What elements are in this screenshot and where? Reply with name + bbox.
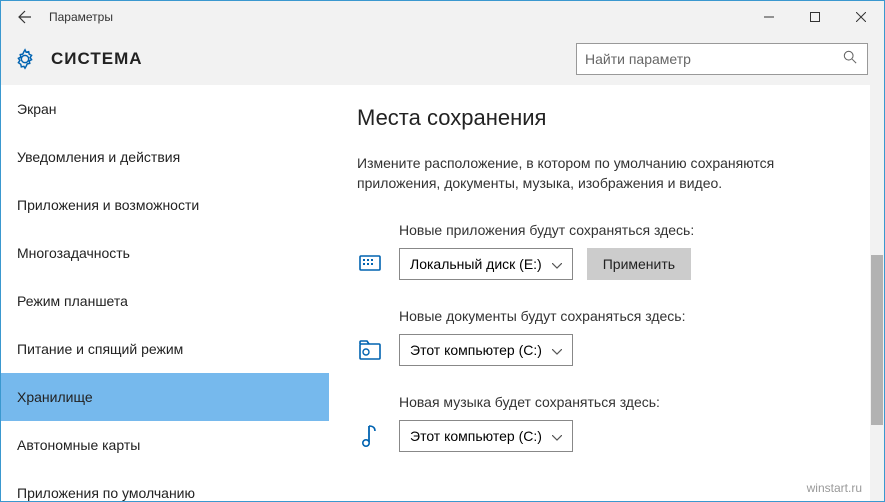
- apply-button[interactable]: Применить: [587, 248, 691, 280]
- documents-location-dropdown[interactable]: Этот компьютер (C:): [399, 334, 573, 366]
- search-input[interactable]: Найти параметр: [576, 43, 868, 75]
- titlebar: Параметры: [1, 1, 884, 33]
- sidebar: Экран Уведомления и действия Приложения …: [1, 85, 329, 501]
- watermark: winstart.ru: [807, 481, 862, 495]
- main-panel: Места сохранения Измените расположение, …: [329, 85, 884, 501]
- apps-location-dropdown[interactable]: Локальный диск (E:): [399, 248, 573, 280]
- music-icon: [357, 423, 383, 449]
- document-icon: [357, 337, 383, 363]
- sidebar-item-display[interactable]: Экран: [1, 85, 329, 133]
- setting-music: Новая музыка будет сохраняться здесь: Эт…: [357, 394, 884, 452]
- section-title: СИСТЕМА: [51, 49, 143, 69]
- setting-label: Новые приложения будут сохраняться здесь…: [399, 222, 884, 238]
- setting-documents: Новые документы будут сохраняться здесь:…: [357, 308, 884, 366]
- app-icon: [357, 251, 383, 277]
- search-placeholder: Найти параметр: [585, 51, 843, 67]
- setting-apps: Новые приложения будут сохраняться здесь…: [357, 222, 884, 280]
- page-description: Измените расположение, в котором по умол…: [357, 153, 797, 194]
- header: СИСТЕМА Найти параметр: [1, 33, 884, 85]
- sidebar-item-tablet[interactable]: Режим планшета: [1, 277, 329, 325]
- music-location-dropdown[interactable]: Этот компьютер (C:): [399, 420, 573, 452]
- page-title: Места сохранения: [357, 105, 884, 131]
- window-title: Параметры: [49, 10, 113, 24]
- setting-label: Новая музыка будет сохраняться здесь:: [399, 394, 884, 410]
- chevron-down-icon: [542, 342, 562, 358]
- back-button[interactable]: [1, 1, 49, 33]
- chevron-down-icon: [542, 428, 562, 444]
- sidebar-item-notifications[interactable]: Уведомления и действия: [1, 133, 329, 181]
- setting-label: Новые документы будут сохраняться здесь:: [399, 308, 884, 324]
- gear-icon: [13, 47, 37, 71]
- search-icon: [843, 50, 859, 69]
- sidebar-item-storage[interactable]: Хранилище: [1, 373, 329, 421]
- chevron-down-icon: [542, 256, 562, 272]
- minimize-button[interactable]: [746, 1, 792, 33]
- sidebar-item-multitask[interactable]: Многозадачность: [1, 229, 329, 277]
- sidebar-item-power[interactable]: Питание и спящий режим: [1, 325, 329, 373]
- sidebar-item-default-apps[interactable]: Приложения по умолчанию: [1, 469, 329, 501]
- scrollbar[interactable]: [870, 85, 884, 501]
- scrollbar-thumb[interactable]: [871, 255, 883, 425]
- sidebar-item-maps[interactable]: Автономные карты: [1, 421, 329, 469]
- maximize-button[interactable]: [792, 1, 838, 33]
- close-button[interactable]: [838, 1, 884, 33]
- sidebar-item-apps[interactable]: Приложения и возможности: [1, 181, 329, 229]
